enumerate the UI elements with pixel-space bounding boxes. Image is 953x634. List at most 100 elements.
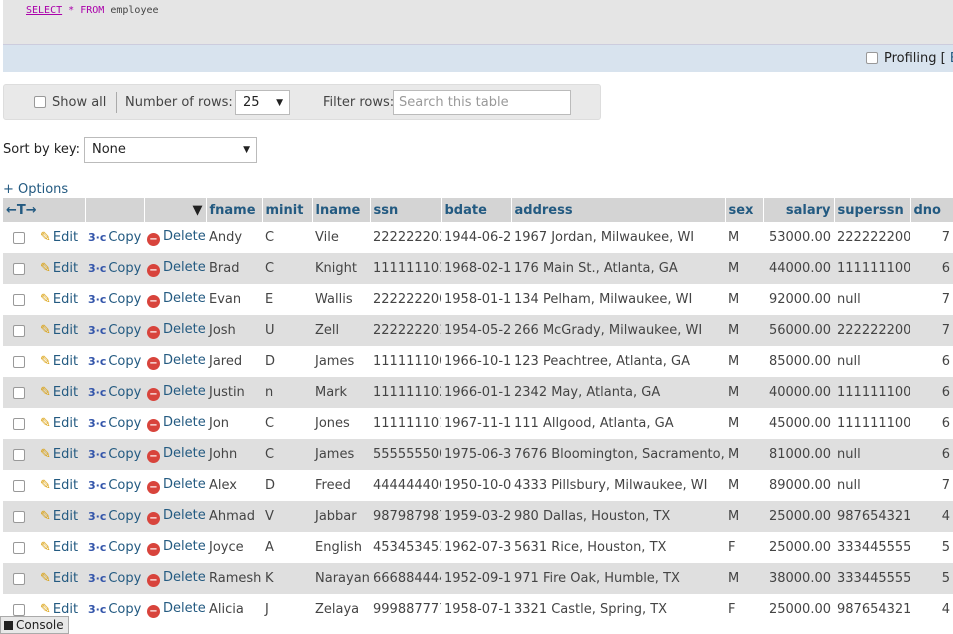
number-of-rows-select[interactable]: 25 ▼ <box>235 90 290 115</box>
cell-address: 1967 Jordan, Milwaukee, WI <box>511 222 725 253</box>
row-checkbox-cell[interactable] <box>3 346 37 377</box>
cell-salary: 44000.00 <box>763 253 834 284</box>
cell-dno: 7 <box>910 470 953 501</box>
pencil-icon: ✎ <box>40 385 51 400</box>
column-header-salary[interactable]: salary <box>763 198 835 222</box>
delete-action[interactable]: − Delete <box>144 470 206 501</box>
row-checkbox[interactable] <box>13 324 25 337</box>
row-checkbox[interactable] <box>13 231 25 244</box>
row-checkbox[interactable] <box>13 541 25 554</box>
row-checkbox-cell[interactable] <box>3 501 37 532</box>
delete-action[interactable]: − Delete <box>144 222 206 253</box>
delete-action[interactable]: − Delete <box>144 563 206 594</box>
row-checkbox[interactable] <box>13 572 25 585</box>
column-header-bdate[interactable]: bdate <box>441 198 512 222</box>
row-checkbox[interactable] <box>13 479 25 492</box>
filter-rows-input[interactable]: Search this table <box>393 90 571 115</box>
row-checkbox-cell[interactable] <box>3 377 37 408</box>
delete-action[interactable]: − Delete <box>144 439 206 470</box>
cell-superssn: null <box>834 439 910 470</box>
delete-action[interactable]: − Delete <box>144 377 206 408</box>
profiling-checkbox[interactable] <box>866 52 878 64</box>
cell-bdate: 1975-06-30 <box>441 439 511 470</box>
row-checkbox-cell[interactable] <box>3 439 37 470</box>
sort-by-key-select[interactable]: None ▼ <box>84 137 257 163</box>
copy-action[interactable]: 3·c Copy <box>85 253 144 284</box>
copy-action[interactable]: 3·c Copy <box>85 532 144 563</box>
row-checkbox-cell[interactable] <box>3 284 37 315</box>
row-checkbox-cell[interactable] <box>3 563 37 594</box>
copy-action[interactable]: 3·c Copy <box>85 470 144 501</box>
copy-action[interactable]: 3·c Copy <box>85 346 144 377</box>
options-link[interactable]: + Options <box>3 182 68 197</box>
cell-bdate: 1959-03-29 <box>441 501 511 532</box>
column-resize-arrows[interactable]: ←T→ <box>3 198 86 222</box>
edit-action[interactable]: ✎ Edit <box>37 315 85 346</box>
edit-action[interactable]: ✎ Edit <box>37 284 85 315</box>
edit-action[interactable]: ✎ Edit <box>37 439 85 470</box>
column-header-minit[interactable]: minit <box>262 198 313 222</box>
edit-action[interactable]: ✎ Edit <box>37 222 85 253</box>
edit-action[interactable]: ✎ Edit <box>37 408 85 439</box>
row-checkbox[interactable] <box>13 293 25 306</box>
row-checkbox[interactable] <box>13 603 25 616</box>
cell-address: 5631 Rice, Houston, TX <box>511 532 725 563</box>
cell-ssn: 222222200 <box>370 284 441 315</box>
column-header-fname[interactable]: fname <box>206 198 263 222</box>
edit-action[interactable]: ✎ Edit <box>37 563 85 594</box>
edit-action[interactable]: ✎ Edit <box>37 346 85 377</box>
delete-action[interactable]: − Delete <box>144 408 206 439</box>
row-checkbox[interactable] <box>13 262 25 275</box>
column-header-lname[interactable]: lname <box>312 198 371 222</box>
column-header-sex[interactable]: sex <box>725 198 764 222</box>
column-header-dno[interactable]: dno <box>910 198 953 222</box>
edit-action[interactable]: ✎ Edit <box>37 253 85 284</box>
delete-action[interactable]: − Delete <box>144 253 206 284</box>
copy-action[interactable]: 3·c Copy <box>85 501 144 532</box>
edit-action[interactable]: ✎ Edit <box>37 470 85 501</box>
row-checkbox-cell[interactable] <box>3 253 37 284</box>
delete-action[interactable]: − Delete <box>144 532 206 563</box>
console-button[interactable]: Console <box>0 616 69 634</box>
copy-action[interactable]: 3·c Copy <box>85 408 144 439</box>
copy-action[interactable]: 3·c Copy <box>85 284 144 315</box>
edit-action[interactable]: ✎ Edit <box>37 532 85 563</box>
row-checkbox-cell[interactable] <box>3 222 37 253</box>
show-all-checkbox[interactable] <box>34 96 46 108</box>
cell-lname: English <box>312 532 370 563</box>
cell-fname: Alicia <box>206 594 262 625</box>
row-checkbox[interactable] <box>13 510 25 523</box>
cell-dno: 4 <box>910 501 953 532</box>
copy-action[interactable]: 3·c Copy <box>85 222 144 253</box>
cell-minit: U <box>262 315 312 346</box>
copy-action[interactable]: 3·c Copy <box>85 315 144 346</box>
table-row: ✎ Edit 3·c Copy − Delete John C James 555555500 19… <box>3 439 953 470</box>
row-checkbox[interactable] <box>13 386 25 399</box>
row-checkbox-cell[interactable] <box>3 315 37 346</box>
column-header-address[interactable]: address <box>511 198 726 222</box>
delete-action[interactable]: − Delete <box>144 284 206 315</box>
row-checkbox-cell[interactable] <box>3 408 37 439</box>
row-checkbox[interactable] <box>13 417 25 430</box>
row-checkbox-cell[interactable] <box>3 470 37 501</box>
delete-action[interactable]: − Delete <box>144 315 206 346</box>
copy-icon: 3·c <box>88 262 107 275</box>
copy-action[interactable]: 3·c Copy <box>85 377 144 408</box>
cell-dno: 6 <box>910 346 953 377</box>
column-header-superssn[interactable]: superssn <box>834 198 911 222</box>
copy-action[interactable]: 3·c Copy <box>85 563 144 594</box>
row-checkbox-cell[interactable] <box>3 532 37 563</box>
copy-action[interactable]: 3·c Copy <box>85 594 144 625</box>
delete-action[interactable]: − Delete <box>144 594 206 625</box>
edit-action[interactable]: ✎ Edit <box>37 377 85 408</box>
column-header-ssn[interactable]: ssn <box>370 198 442 222</box>
delete-action[interactable]: − Delete <box>144 501 206 532</box>
edit-action[interactable]: ✎ Edit <box>37 501 85 532</box>
delete-action[interactable]: − Delete <box>144 346 206 377</box>
cell-fname: Andy <box>206 222 262 253</box>
row-checkbox[interactable] <box>13 355 25 368</box>
sort-column-dropdown[interactable]: ▼ <box>144 198 207 222</box>
sql-select-keyword[interactable]: SELECT <box>26 5 62 16</box>
copy-action[interactable]: 3·c Copy <box>85 439 144 470</box>
row-checkbox[interactable] <box>13 448 25 461</box>
